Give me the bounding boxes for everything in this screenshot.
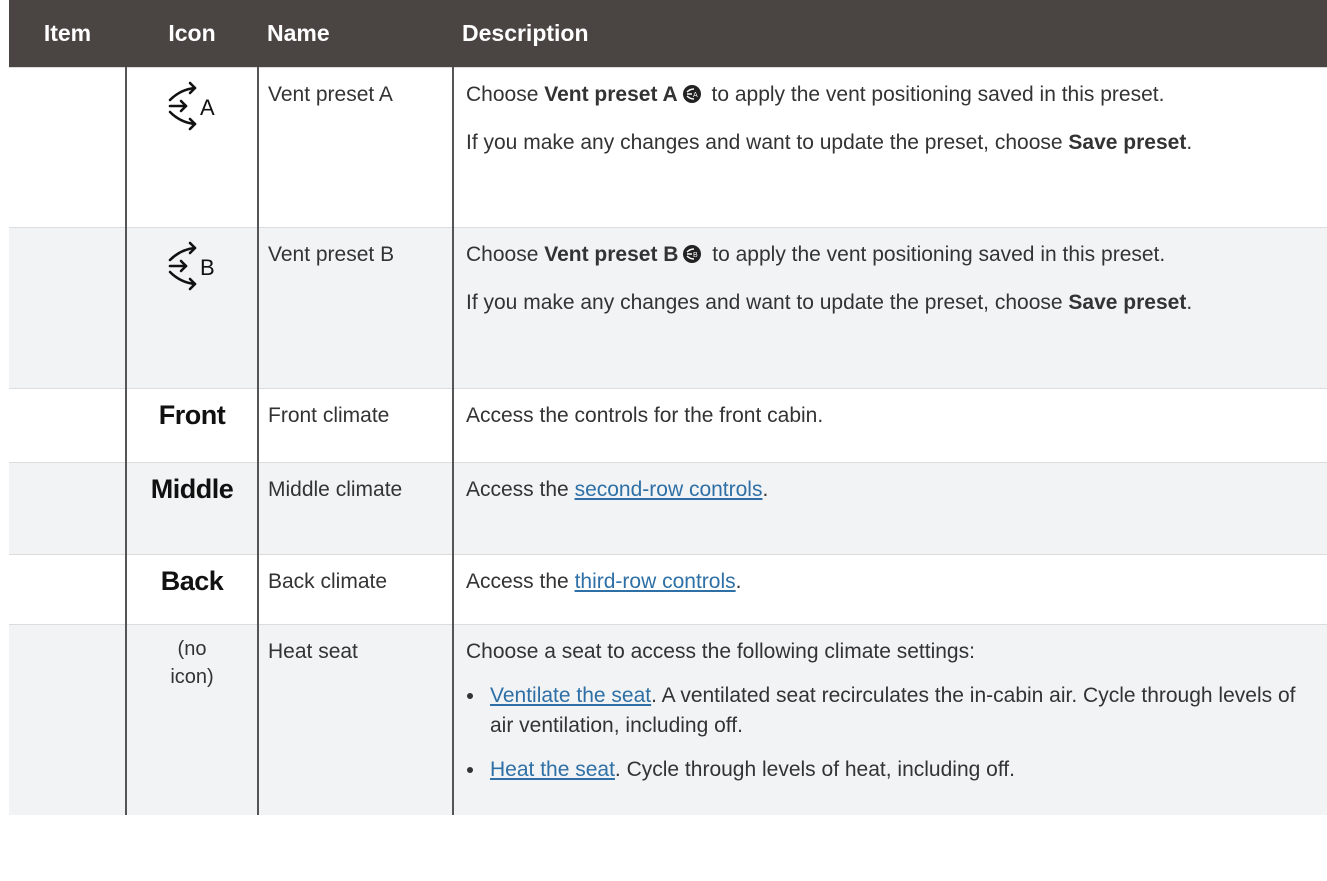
item-cell <box>9 555 126 625</box>
header-item: Item <box>9 0 126 68</box>
vent-preset-b-icon: B <box>162 238 222 294</box>
item-cell <box>9 68 126 228</box>
description-text: If you make any changes and want to upda… <box>466 131 1069 155</box>
table-row: Middle Middle climate Access the second-… <box>9 462 1327 555</box>
description-paragraph: If you make any changes and want to upda… <box>466 288 1307 318</box>
list-item: Heat the seat. Cycle through levels of h… <box>486 755 1307 785</box>
svg-text:A: A <box>200 95 215 120</box>
description-text: Choose <box>466 83 545 106</box>
item-cell <box>9 228 126 389</box>
svg-text:A: A <box>693 92 698 99</box>
name-cell: Heat seat <box>257 624 453 815</box>
header-name: Name <box>258 0 453 68</box>
second-row-controls-link[interactable]: second-row controls <box>575 478 763 501</box>
list-item: Ventilate the seat. A ventilated seat re… <box>486 681 1307 741</box>
table-row: Back Back climate Access the third-row c… <box>9 554 1327 625</box>
item-cell <box>9 463 126 555</box>
description-cell: Access the second-row controls. <box>452 462 1327 555</box>
climate-controls-table: Item Icon Name Description A Vent preset… <box>9 0 1327 815</box>
description-cell: Choose Vent preset B B to apply the vent … <box>452 227 1327 389</box>
ventilate-seat-link[interactable]: Ventilate the seat <box>490 684 651 707</box>
back-icon: Back <box>160 566 224 596</box>
table-row: Front Front climate Access the controls … <box>9 388 1327 463</box>
description-text: to apply the vent positioning saved in t… <box>705 83 1165 106</box>
third-row-controls-link[interactable]: third-row controls <box>575 570 736 593</box>
bold-term: Save preset <box>1068 131 1187 155</box>
name-cell: Front climate <box>257 388 453 463</box>
description-cell: Choose Vent preset A A to apply the vent … <box>452 67 1327 228</box>
item-cell <box>9 389 126 463</box>
description-paragraph: Choose Vent preset B B to apply the vent … <box>466 240 1307 270</box>
header-icon: Icon <box>126 0 258 68</box>
table-row: (no icon) Heat seat Choose a seat to acc… <box>9 624 1327 815</box>
description-cell: Choose a seat to access the following cl… <box>452 624 1327 815</box>
icon-cell: (no icon) <box>125 624 258 815</box>
name-cell: Vent preset B <box>257 227 453 389</box>
svg-text:B: B <box>200 255 215 280</box>
vent-preset-a-inline-icon: A <box>682 83 702 103</box>
bold-term: Vent preset B <box>544 243 679 266</box>
icon-cell: Middle <box>125 462 258 555</box>
front-icon: Front <box>158 400 226 430</box>
description-text: . <box>762 478 769 501</box>
icon-cell: A <box>125 67 258 228</box>
heat-seat-link[interactable]: Heat the seat <box>490 758 615 781</box>
description-text: . <box>1186 131 1193 155</box>
no-icon-label: (no icon) <box>170 638 214 688</box>
table-header: Item Icon Name Description <box>9 0 1327 68</box>
name-cell: Vent preset A <box>257 67 453 228</box>
bold-term: Vent preset A <box>544 83 678 106</box>
description-paragraph: If you make any changes and want to upda… <box>466 128 1307 158</box>
description-cell: Access the third-row controls. <box>452 554 1327 625</box>
description-text: Access the <box>466 570 575 593</box>
table-row: B Vent preset B Choose Vent preset B B to… <box>9 227 1327 389</box>
description-paragraph: Choose Vent preset A A to apply the vent … <box>466 80 1307 110</box>
icon-cell: B <box>125 227 258 389</box>
bold-term: Save preset <box>1068 291 1187 315</box>
description-text: to apply the vent positioning saved in t… <box>706 243 1166 266</box>
settings-list: Ventilate the seat. A ventilated seat re… <box>466 681 1307 785</box>
vent-preset-b-inline-icon: B <box>682 243 702 263</box>
name-cell: Middle climate <box>257 462 453 555</box>
svg-text:B: B <box>693 252 698 259</box>
document-page: Item Icon Name Description A Vent preset… <box>0 0 1327 815</box>
list-item-text: . Cycle through levels of heat, includin… <box>614 758 1015 782</box>
description-text: . <box>735 570 742 593</box>
description-intro: Choose a seat to access the following cl… <box>466 640 975 663</box>
header-description: Description <box>453 0 1327 68</box>
item-cell <box>9 625 126 815</box>
icon-cell: Back <box>125 554 258 625</box>
name-cell: Back climate <box>257 554 453 625</box>
description-cell: Access the controls for the front cabin. <box>452 388 1327 463</box>
vent-preset-a-icon: A <box>162 78 222 134</box>
middle-icon: Middle <box>150 474 234 504</box>
table-row: A Vent preset A Choose Vent preset A A to… <box>9 67 1327 228</box>
description-text: Access the <box>466 478 575 501</box>
description-text: Choose <box>466 243 545 266</box>
description-text: . <box>1186 291 1193 315</box>
icon-cell: Front <box>125 388 258 463</box>
description-text: If you make any changes and want to upda… <box>466 291 1069 315</box>
